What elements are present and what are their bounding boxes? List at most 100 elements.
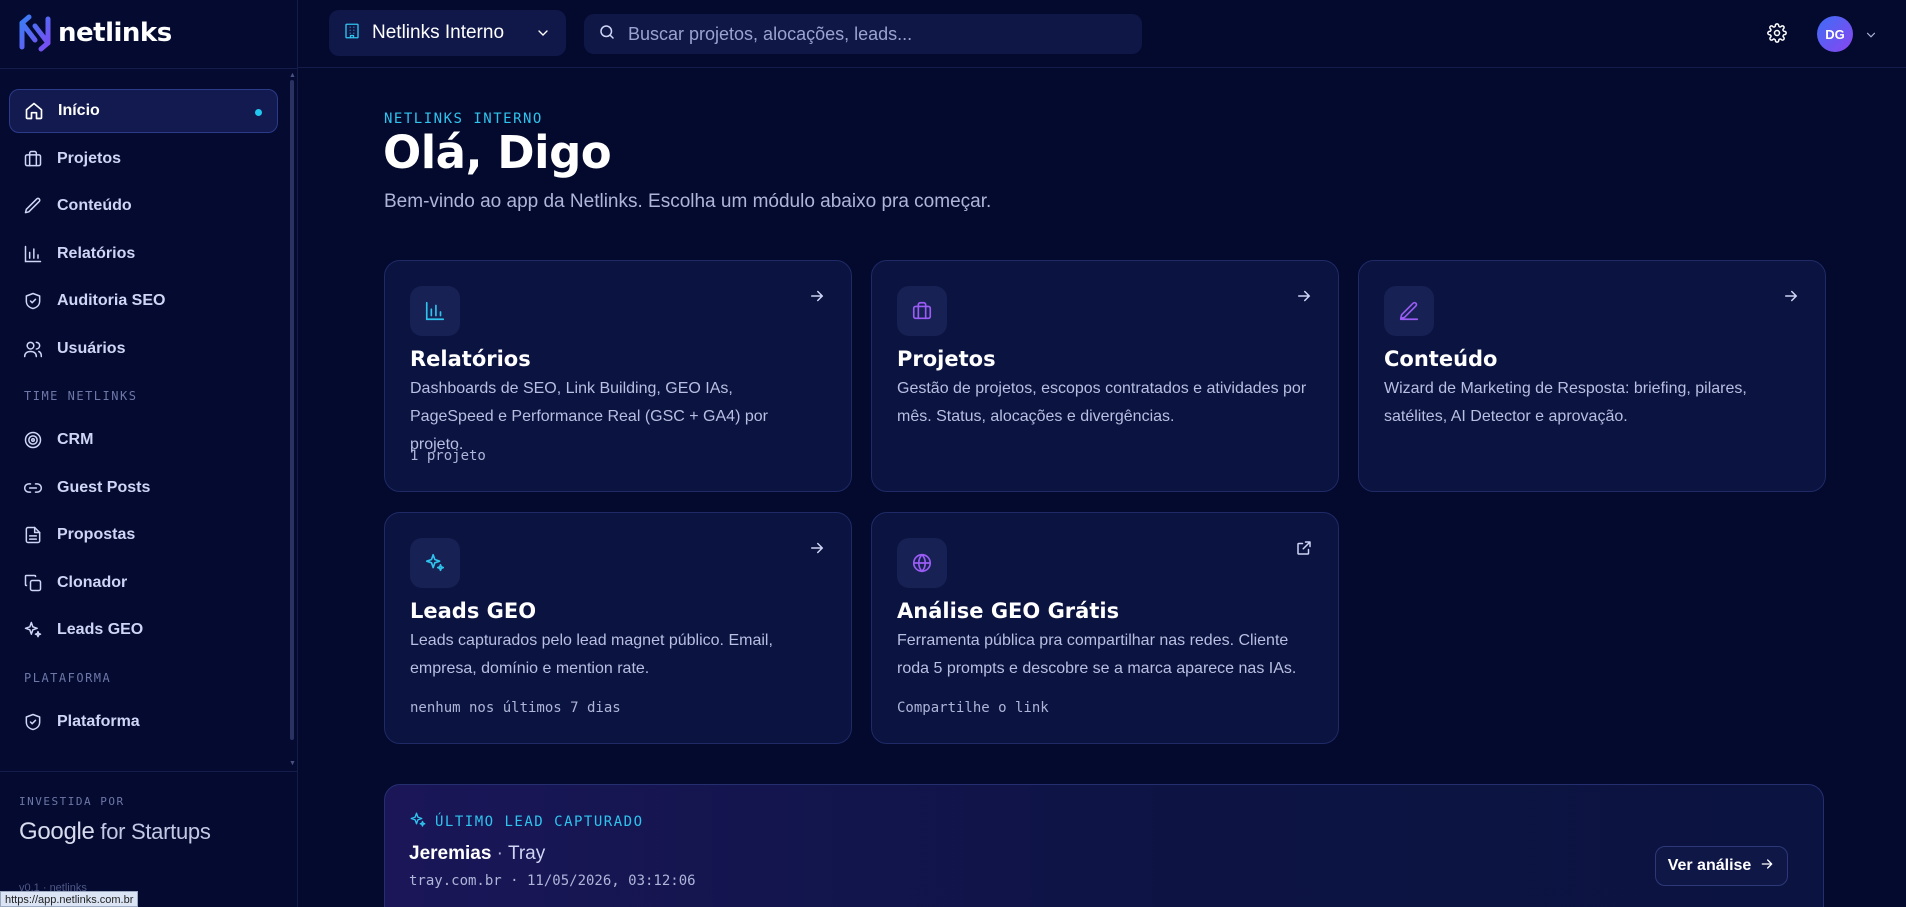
sidebar-item-auditoria-seo[interactable]: Auditoria SEO <box>9 279 278 323</box>
arrow-right-icon <box>808 287 826 310</box>
sparkles-icon <box>409 811 427 833</box>
active-indicator-dot <box>255 109 262 116</box>
sparkles-icon <box>23 620 43 640</box>
chevron-down-icon[interactable] <box>1864 28 1878 47</box>
sidebar-item-label: CRM <box>57 431 94 448</box>
invested-by-label: INVESTIDA POR <box>19 795 125 808</box>
divider <box>0 771 298 772</box>
last-lead-heading-text: ÚLTIMO LEAD CAPTURADO <box>435 814 644 830</box>
last-lead-heading: ÚLTIMO LEAD CAPTURADO <box>409 811 644 833</box>
lead-name-line: Jeremias · Tray <box>409 843 545 865</box>
file-icon <box>23 525 43 545</box>
avatar[interactable]: DG <box>1817 16 1853 52</box>
sidebar-item-label: Auditoria SEO <box>57 292 166 309</box>
target-icon <box>23 430 43 450</box>
workspace-selector[interactable]: Netlinks Interno <box>329 10 566 56</box>
sidebar-item-conteudo[interactable]: Conteúdo <box>9 184 278 228</box>
pen-icon <box>23 196 43 216</box>
last-lead-panel: ÚLTIMO LEAD CAPTURADO Jeremias · Tray tr… <box>384 784 1824 907</box>
shield-check-icon <box>23 291 43 311</box>
divider <box>0 68 298 69</box>
search-bar[interactable] <box>584 14 1142 54</box>
module-card-relatorios[interactable]: Relatórios Dashboards de SEO, Link Build… <box>384 260 852 492</box>
module-card-leads-geo[interactable]: Leads GEO Leads capturados pelo lead mag… <box>384 512 852 744</box>
sidebar-item-leads-geo[interactable]: Leads GEO <box>9 608 278 652</box>
scroll-down-arrow[interactable]: ▼ <box>289 760 296 768</box>
sidebar-item-label: Clonador <box>57 573 128 591</box>
sidebar-item-relatorios[interactable]: Relatórios <box>9 232 278 276</box>
search-icon <box>598 23 616 46</box>
for-startups-text: for Startups <box>94 819 211 844</box>
sidebar-item-label: Plataforma <box>57 712 140 730</box>
sidebar-scrollbar[interactable] <box>290 80 294 740</box>
sidebar-item-label: Leads GEO <box>57 621 144 638</box>
pen-icon <box>1384 286 1434 336</box>
card-description: Gestão de projetos, escopos contratados … <box>897 380 1307 425</box>
page-title: Olá, Digo <box>383 126 612 179</box>
sidebar-item-propostas[interactable]: Propostas <box>9 513 278 557</box>
sidebar-item-usuarios[interactable]: Usuários <box>9 327 278 371</box>
page-eyebrow: NETLINKS INTERNO <box>384 111 543 127</box>
netlinks-logo-icon <box>19 14 51 52</box>
sidebar-item-label: Propostas <box>57 526 136 543</box>
sidebar-item-label: Relatórios <box>57 244 136 262</box>
sidebar-item-plataforma[interactable]: Plataforma <box>9 700 278 744</box>
card-title: Análise GEO Grátis <box>897 599 1120 623</box>
bar-chart-icon <box>23 244 43 264</box>
card-meta: Compartilhe o link <box>897 700 1049 716</box>
lead-separator: · <box>491 843 508 864</box>
card-title: Projetos <box>897 347 996 371</box>
section-heading-plataforma: PLATAFORMA <box>24 670 112 685</box>
view-analysis-button[interactable]: Ver análise <box>1655 846 1788 886</box>
module-card-analise-geo[interactable]: Análise GEO Grátis Ferramenta pública pr… <box>871 512 1339 744</box>
google-wordmark: Google <box>19 818 95 845</box>
module-card-conteudo[interactable]: Conteúdo Wizard de Marketing de Resposta… <box>1358 260 1826 492</box>
sidebar-item-label: Início <box>58 102 100 119</box>
search-input[interactable] <box>628 23 1108 45</box>
sidebar-item-label: Usuários <box>57 339 126 357</box>
users-icon <box>23 339 43 359</box>
workspace-name: Netlinks Interno <box>372 22 505 43</box>
scroll-up-arrow[interactable]: ▲ <box>289 72 296 80</box>
brand-logo[interactable]: netlinks <box>18 13 172 53</box>
card-description: Ferramenta pública pra compartilhar nas … <box>897 632 1297 677</box>
sparkles-icon <box>410 538 460 588</box>
sidebar-item-clonador[interactable]: Clonador <box>9 561 278 605</box>
arrow-right-icon <box>1295 287 1313 310</box>
card-description: Leads capturados pelo lead magnet públic… <box>410 632 773 677</box>
sidebar-nav: Início Projetos Conteúdo Relatórios Audi… <box>9 89 278 747</box>
card-title: Leads GEO <box>410 599 537 623</box>
card-title: Conteúdo <box>1384 347 1498 371</box>
view-analysis-label: Ver análise <box>1667 857 1752 874</box>
module-card-projetos[interactable]: Projetos Gestão de projetos, escopos con… <box>871 260 1339 492</box>
sidebar-item-projetos[interactable]: Projetos <box>9 137 278 181</box>
lead-company: Tray <box>507 843 546 864</box>
briefcase-icon <box>23 149 43 169</box>
sidebar-item-inicio[interactable]: Início <box>9 89 278 133</box>
card-description: Wizard de Marketing de Resposta: briefin… <box>1384 380 1747 425</box>
sidebar-item-crm[interactable]: CRM <box>9 418 278 462</box>
shield-check-icon <box>23 712 43 732</box>
gear-icon[interactable] <box>1767 23 1787 48</box>
building-icon <box>343 22 361 45</box>
brand-name: netlinks <box>58 18 172 48</box>
main-content: NETLINKS INTERNO Olá, Digo Bem-vindo ao … <box>298 69 1906 907</box>
sidebar-item-label: Projetos <box>57 149 122 167</box>
home-icon <box>24 101 44 121</box>
sidebar-item-label: Guest Posts <box>57 478 151 496</box>
topbar: Netlinks Interno DG <box>298 0 1906 68</box>
card-meta: nenhum nos últimos 7 dias <box>410 700 621 716</box>
arrow-right-icon <box>808 539 826 562</box>
sidebar-item-label: Conteúdo <box>57 197 132 214</box>
section-heading-time: TIME NETLINKS <box>24 389 138 403</box>
chevron-down-icon <box>535 25 551 46</box>
copy-icon <box>23 573 43 593</box>
card-meta: 1 projeto <box>410 448 486 464</box>
external-link-icon <box>1295 539 1313 562</box>
briefcase-icon <box>897 286 947 336</box>
link-icon <box>23 478 43 498</box>
card-title: Relatórios <box>410 347 531 371</box>
google-for-startups-logo: Google for Startups <box>19 818 211 846</box>
globe-icon <box>897 538 947 588</box>
sidebar-item-guest-posts[interactable]: Guest Posts <box>9 466 278 510</box>
